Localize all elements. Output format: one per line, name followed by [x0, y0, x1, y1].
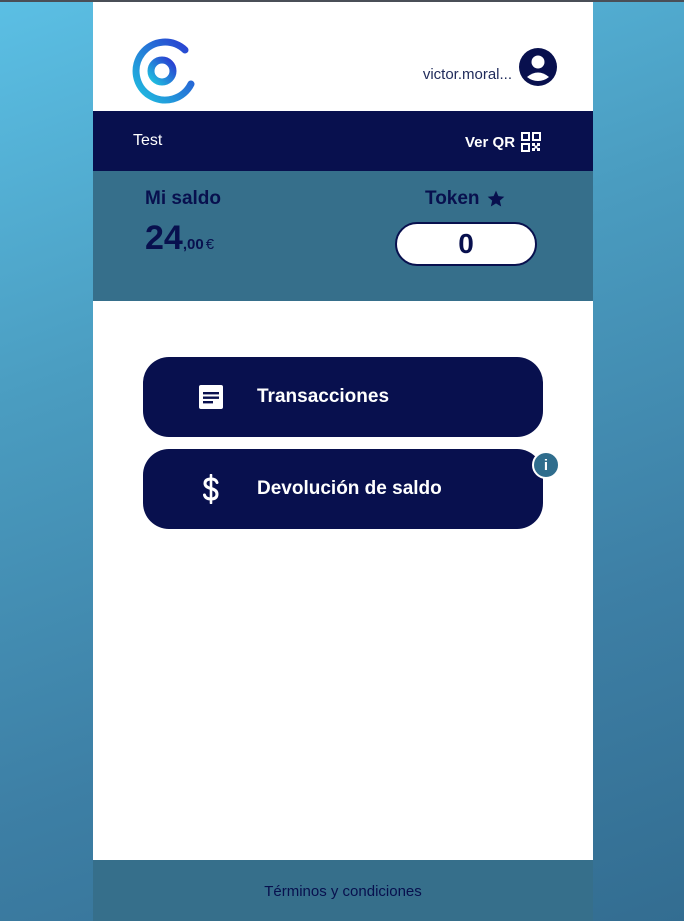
balance-refund-button[interactable]: Devolución de saldo: [143, 449, 543, 529]
token-value-box: 0: [395, 222, 537, 266]
token-heading: Token: [425, 188, 506, 210]
balance-refund-label: Devolución de saldo: [257, 478, 442, 499]
app-page: victor.moral... Test Ver QR Mi saldo 24,…: [93, 2, 593, 921]
balance-amount: 24,00 €: [145, 219, 214, 258]
balance-section: Mi saldo 24,00 € Token 0: [93, 171, 593, 301]
logo-g-icon[interactable]: [129, 34, 199, 104]
user-name[interactable]: victor.moral...: [423, 66, 512, 83]
dollar-icon: [197, 474, 225, 504]
account-circle-icon[interactable]: [519, 48, 557, 86]
balance-decimals: ,00: [182, 236, 204, 253]
star-icon: [487, 190, 504, 207]
footer: Términos y condiciones: [93, 860, 593, 921]
balance-integer: 24: [145, 219, 183, 257]
transactions-label: Transacciones: [257, 386, 390, 407]
terms-link[interactable]: Términos y condiciones: [93, 883, 593, 900]
show-qr-label: Ver QR: [465, 133, 516, 151]
transactions-button[interactable]: Transacciones: [143, 357, 543, 437]
top-navbar: Test Ver QR: [93, 111, 593, 171]
receipt-icon: [197, 383, 225, 411]
nav-title: Test: [133, 132, 163, 149]
info-badge-icon[interactable]: i: [532, 451, 560, 479]
qr-code-icon: [521, 132, 542, 152]
balance-label: Mi saldo: [145, 188, 222, 209]
balance-currency: €: [205, 236, 215, 253]
show-qr-button[interactable]: Ver QR: [465, 131, 542, 153]
app-header: victor.moral...: [93, 2, 593, 111]
token-label: Token: [425, 188, 480, 209]
